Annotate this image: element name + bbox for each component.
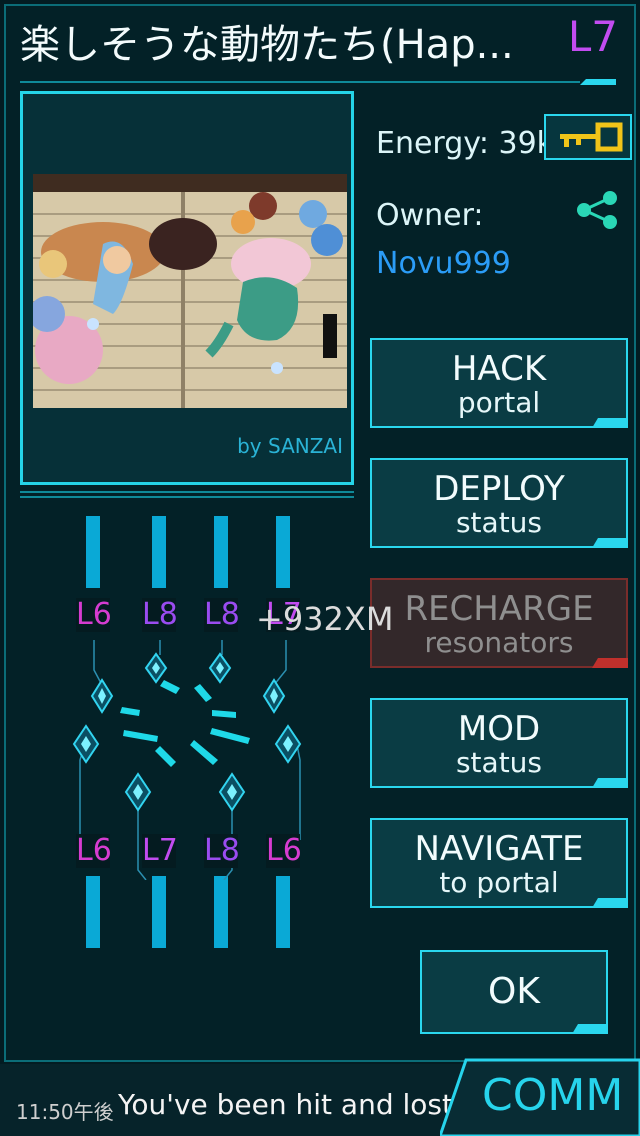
resonator-level-label: L6 [266,833,302,868]
hack-portal-button[interactable]: HACK portal [370,338,628,428]
resonator-level-label: L8 [142,597,178,632]
ok-button[interactable]: OK [420,950,608,1034]
recharge-resonators-button[interactable]: RECHARGE resonators [370,578,628,668]
action-sub-label: status [455,506,543,539]
corner-accent [592,898,628,908]
portal-energy: Energy: 39k [376,126,555,161]
action-sub-label: status [455,746,543,779]
action-main-label: DEPLOY [433,469,565,509]
portal-photo [33,174,347,408]
resonator-energy-bar [276,876,290,948]
resonator-level-label: L6 [76,833,112,868]
resonator-energy-bar [152,876,166,948]
action-main-label: MOD [457,709,541,749]
corner-accent [592,418,628,428]
corner-accent [592,658,628,668]
resonator-energy-bar [276,516,290,588]
action-sub-label: portal [457,386,541,419]
portal-image-panel[interactable]: by SANZAI [20,91,354,485]
photo-credit[interactable]: by SANZAI [237,434,343,458]
title-divider [20,79,616,85]
resonator-energy-bar [152,516,166,588]
action-sub-label: resonators [424,626,574,659]
key-button[interactable] [544,114,632,160]
resonator-energy-bar [214,876,228,948]
resonator-level-label: L8 [204,597,240,632]
resonator-energy-bar [214,516,228,588]
action-sub-label: to portal [439,866,559,899]
action-main-label: RECHARGE [404,589,594,629]
resonator-energy-bar [86,516,100,588]
navigate-to-portal-button[interactable]: NAVIGATE to portal [370,818,628,908]
mod-status-button[interactable]: MOD status [370,698,628,788]
owner-name[interactable]: Novu999 [376,246,511,281]
corner-accent [592,778,628,788]
comm-tab-label[interactable]: COMM [482,1070,623,1121]
deploy-status-button[interactable]: DEPLOY status [370,458,628,548]
photo-divider [20,491,354,498]
owner-label: Owner: [376,198,484,233]
portal-level: L7 [567,12,618,61]
resonator-level-label: L8 [204,833,240,868]
corner-accent [592,538,628,548]
comm-timestamp: 11:50午後 [16,1100,114,1124]
share-icon[interactable] [574,190,622,230]
action-main-label: HACK [451,349,547,389]
key-icon [560,122,623,152]
resonator-energy-bar [86,876,100,948]
resonator-level-label: L6 [76,597,112,632]
ok-label: OK [488,971,540,1012]
resonator-level-label: L7 [142,833,178,868]
corner-accent [572,1024,608,1034]
xm-gain-text: +932XM [256,600,394,638]
action-main-label: NAVIGATE [414,829,584,869]
portal-title: 楽しそうな動物たち(Hap... [20,22,514,68]
